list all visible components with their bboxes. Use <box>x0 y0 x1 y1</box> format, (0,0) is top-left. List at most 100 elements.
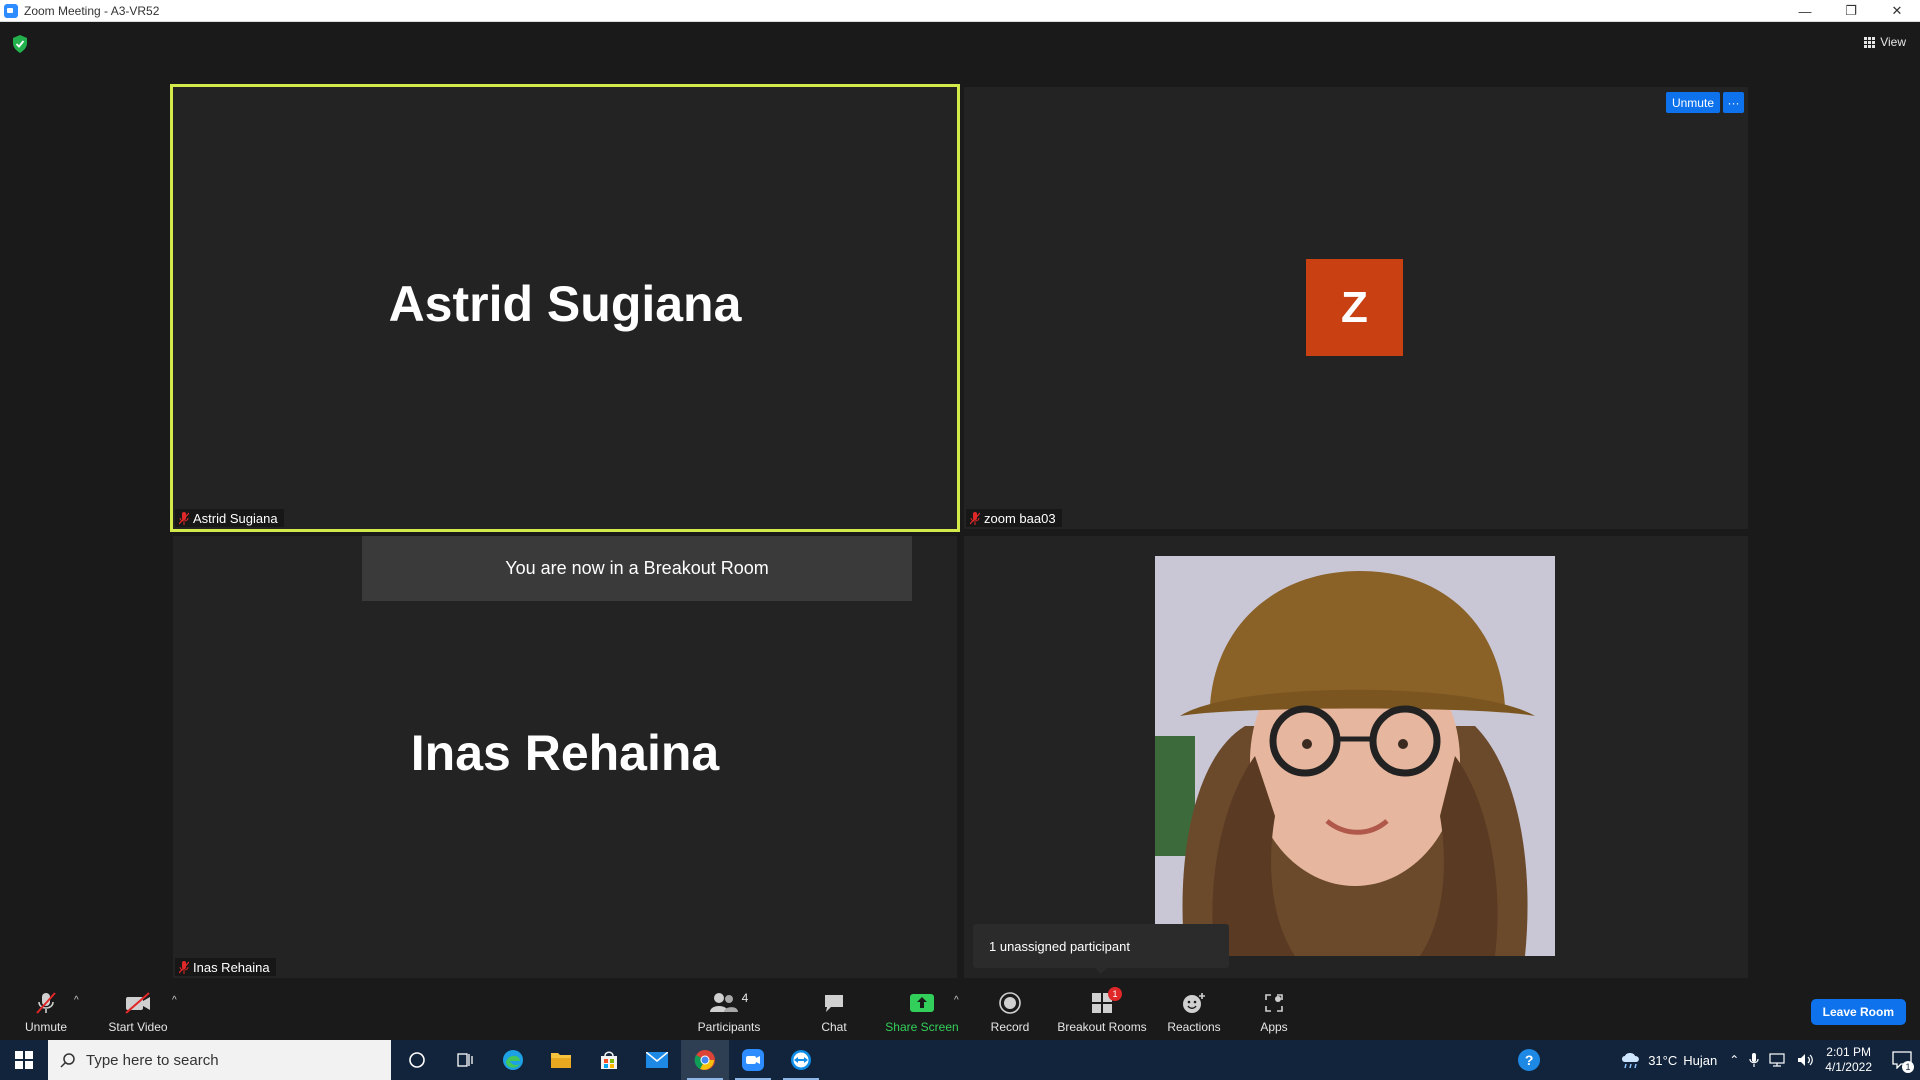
zoom-icon[interactable] <box>729 1040 777 1080</box>
system-tray: ? 31°C Hujan ⌃ 2:01 PM 4/1/2022 1 <box>1518 1040 1920 1080</box>
start-video-label: Start Video <box>108 1020 168 1034</box>
participants-count: 4 <box>741 991 749 1005</box>
search-icon <box>60 1053 75 1068</box>
meeting-area: View Astrid Sugiana Astrid Sugiana Unmut… <box>0 23 1920 983</box>
unmute-label: Unmute <box>24 1020 68 1034</box>
participant-video-image <box>1155 556 1555 956</box>
minimize-button[interactable]: — <box>1782 0 1828 22</box>
unassigned-participant-tooltip[interactable]: 1 unassigned participant <box>973 924 1229 974</box>
unmute-button[interactable]: Unmute <box>20 983 72 1040</box>
participants-label: Participants <box>697 1020 761 1034</box>
cortana-icon[interactable] <box>393 1040 441 1080</box>
video-tile-zoom-baa03[interactable]: Unmute ··· Z zoom baa03 <box>964 87 1748 529</box>
audio-options-caret[interactable]: ^ <box>74 995 79 1006</box>
mic-muted-icon <box>34 990 58 1016</box>
window-title: Zoom Meeting - A3-VR52 <box>24 3 160 18</box>
breakout-rooms-button[interactable]: 1 Breakout Rooms <box>1056 983 1148 1040</box>
share-screen-label: Share Screen <box>885 1020 959 1034</box>
camera-off-icon <box>124 990 152 1016</box>
share-options-caret[interactable]: ^ <box>954 995 959 1006</box>
reactions-button[interactable]: Reactions <box>1164 983 1224 1040</box>
mic-muted-icon <box>179 960 189 974</box>
mic-muted-icon <box>970 511 980 525</box>
chat-bubble-icon <box>823 990 845 1016</box>
participants-icon: 4 <box>709 990 749 1016</box>
taskbar-search-input[interactable]: Type here to search <box>48 1040 391 1080</box>
record-button[interactable]: Record <box>986 983 1034 1040</box>
participant-name-label: Inas Rehaina <box>193 959 270 975</box>
start-video-button[interactable]: Start Video <box>106 983 170 1040</box>
action-center-button[interactable]: 1 <box>1884 1040 1920 1080</box>
windows-start-button[interactable] <box>0 1040 48 1080</box>
weather-temperature: 31°C <box>1648 1052 1678 1068</box>
share-screen-button[interactable]: Share Screen <box>884 983 960 1040</box>
windows-logo-icon <box>15 1051 33 1069</box>
tray-icons: ⌃ <box>1729 1052 1815 1068</box>
taskbar-pinned-apps <box>393 1040 825 1080</box>
participant-name-label: zoom baa03 <box>984 510 1056 526</box>
reactions-smiley-icon <box>1182 990 1206 1016</box>
participant-name-label: Astrid Sugiana <box>193 510 278 526</box>
share-screen-icon <box>910 990 934 1016</box>
tile-unmute-button[interactable]: Unmute <box>1665 92 1720 113</box>
teamviewer-icon[interactable] <box>777 1040 825 1080</box>
window-controls: — ❐ ✕ <box>1782 0 1920 22</box>
rain-cloud-icon <box>1622 1053 1640 1069</box>
encryption-shield-icon[interactable] <box>12 35 28 53</box>
window-title-bar: Zoom Meeting - A3-VR52 — ❐ ✕ <box>0 0 1920 22</box>
breakout-rooms-icon: 1 <box>1091 987 1122 1016</box>
grid-view-icon <box>1864 36 1876 48</box>
weather-description: Hujan <box>1683 1052 1718 1068</box>
participant-avatar: Z <box>1306 259 1403 356</box>
breakout-rooms-badge: 1 <box>1108 987 1122 1001</box>
zoom-app-icon <box>4 3 18 18</box>
show-hidden-icons-chevron-icon[interactable]: ⌃ <box>1729 1053 1739 1067</box>
network-icon[interactable] <box>1769 1053 1787 1067</box>
view-label: View <box>1880 35 1906 49</box>
leave-room-button[interactable]: Leave Room <box>1810 999 1906 1025</box>
windows-taskbar: Type here to search ? 31°C Hujan ⌃ 2:01 … <box>0 1040 1920 1080</box>
apps-label: Apps <box>1260 1020 1288 1034</box>
chat-button[interactable]: Chat <box>810 983 858 1040</box>
taskbar-clock[interactable]: 2:01 PM 4/1/2022 <box>1825 1045 1872 1075</box>
video-tile-camera[interactable] <box>964 536 1748 978</box>
participant-name-tag: zoom baa03 <box>966 509 1062 527</box>
participants-button[interactable]: 4 Participants <box>692 983 766 1040</box>
volume-icon[interactable] <box>1797 1053 1815 1067</box>
notification-count: 1 <box>1902 1061 1914 1073</box>
microsoft-store-icon[interactable] <box>585 1040 633 1080</box>
mail-icon[interactable] <box>633 1040 681 1080</box>
video-options-caret[interactable]: ^ <box>172 995 177 1006</box>
mic-muted-icon <box>179 511 189 525</box>
tile-more-options-button[interactable]: ··· <box>1723 92 1744 113</box>
video-tile-inas-rehaina[interactable]: Inas Rehaina Inas Rehaina <box>173 536 957 978</box>
participant-video-feed <box>1155 556 1555 956</box>
microphone-icon[interactable] <box>1749 1052 1759 1068</box>
participant-display-name: Astrid Sugiana <box>388 276 742 332</box>
chrome-icon[interactable] <box>681 1040 729 1080</box>
task-view-icon[interactable] <box>441 1040 489 1080</box>
close-button[interactable]: ✕ <box>1874 0 1920 22</box>
search-placeholder: Type here to search <box>86 1051 219 1069</box>
apps-button[interactable]: Apps <box>1250 983 1298 1040</box>
weather-widget[interactable]: 31°C Hujan <box>1620 1051 1717 1069</box>
apps-icon <box>1263 990 1285 1016</box>
record-label: Record <box>990 1020 1030 1034</box>
view-button[interactable]: View <box>1864 31 1906 53</box>
clock-date: 4/1/2022 <box>1825 1060 1872 1074</box>
edge-icon[interactable] <box>489 1040 537 1080</box>
breakout-room-banner: You are now in a Breakout Room <box>362 536 912 601</box>
participant-name-tag: Astrid Sugiana <box>175 509 284 527</box>
reactions-label: Reactions <box>1167 1020 1221 1034</box>
restore-button[interactable]: ❐ <box>1828 0 1874 22</box>
participant-display-name: Inas Rehaina <box>410 725 720 781</box>
breakout-rooms-label: Breakout Rooms <box>1057 1020 1147 1034</box>
video-tile-astrid-sugiana[interactable]: Astrid Sugiana Astrid Sugiana <box>170 84 960 532</box>
file-explorer-icon[interactable] <box>537 1040 585 1080</box>
participant-name-tag: Inas Rehaina <box>175 958 276 976</box>
chat-label: Chat <box>821 1020 847 1034</box>
help-icon[interactable]: ? <box>1518 1049 1541 1071</box>
clock-time: 2:01 PM <box>1826 1045 1871 1059</box>
meeting-toolbar: Unmute ^ Start Video ^ 4 Participants Ch… <box>0 983 1920 1040</box>
record-icon <box>999 990 1021 1016</box>
